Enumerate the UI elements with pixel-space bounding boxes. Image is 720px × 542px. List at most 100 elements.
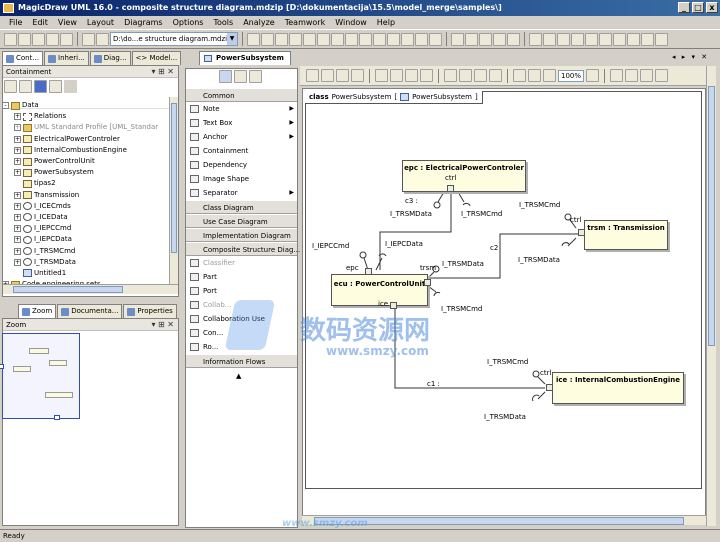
align-icon[interactable] <box>321 69 334 82</box>
expand-icon[interactable]: + <box>14 202 21 210</box>
palette-group[interactable]: Information Flows <box>186 354 297 368</box>
composite-diagram-icon[interactable] <box>429 32 442 46</box>
tab-diagrams[interactable]: Diag... <box>89 51 131 65</box>
line-color-icon[interactable] <box>459 69 472 82</box>
tree-item[interactable]: + I_IEPCData <box>2 234 172 245</box>
project-combo[interactable]: D:\do...e structure diagram.mdzip ▼ <box>110 32 238 46</box>
tab-documentation[interactable]: Documenta... <box>57 304 123 318</box>
grid-icon[interactable] <box>641 32 654 46</box>
teamwork-icon[interactable] <box>507 32 520 46</box>
port-ecu-trsm[interactable] <box>424 279 431 286</box>
display-icon[interactable] <box>610 69 623 82</box>
tree-item[interactable]: tipas2 <box>2 178 172 189</box>
bezier-icon[interactable] <box>420 69 433 82</box>
zoom-level-field[interactable]: 100% <box>558 69 584 82</box>
pointer-icon[interactable] <box>219 70 232 83</box>
rectilinear-icon[interactable] <box>390 69 403 82</box>
expand-icon[interactable]: + <box>14 213 21 221</box>
menu-file[interactable]: File <box>4 16 27 29</box>
tree-vscrollbar[interactable] <box>169 97 178 284</box>
tree-item[interactable]: + I_ICEData <box>2 212 172 223</box>
submenu-arrow-icon[interactable]: ▶ <box>289 102 294 116</box>
show-ports-icon[interactable] <box>640 69 653 82</box>
port-ecu-ice[interactable] <box>390 302 397 309</box>
generate-icon[interactable] <box>479 32 492 46</box>
delete-icon[interactable] <box>289 32 302 46</box>
palette-group[interactable]: Use Case Diagram <box>186 214 297 228</box>
package-diagram-icon[interactable] <box>415 32 428 46</box>
tree-item[interactable]: Untitled1 <box>2 268 172 279</box>
zoom-in-icon[interactable] <box>513 69 526 82</box>
open-icon[interactable] <box>18 32 31 46</box>
component-diagram-icon[interactable] <box>387 32 400 46</box>
submenu-arrow-icon[interactable]: ▶ <box>289 130 294 144</box>
port-ice-ctrl[interactable] <box>546 384 553 391</box>
expand-icon[interactable]: + <box>14 124 21 132</box>
tree-item[interactable]: + InternalCombustionEngine <box>2 145 172 156</box>
paste-icon[interactable] <box>275 32 288 46</box>
menu-help[interactable]: Help <box>372 16 400 29</box>
back-icon[interactable] <box>529 32 542 46</box>
reverse-icon[interactable] <box>493 32 506 46</box>
save-icon[interactable] <box>32 32 45 46</box>
layout-icon[interactable] <box>613 32 626 46</box>
editor-tab-controls[interactable]: ◂ ▸ ▾ ✕ <box>672 53 709 61</box>
chevron-down-icon[interactable]: ▼ <box>227 33 237 45</box>
menu-diagrams[interactable]: Diagrams <box>119 16 168 29</box>
tree-item[interactable]: + I_TRSMData <box>2 257 172 268</box>
close-button[interactable]: x <box>706 2 718 13</box>
palette-item[interactable]: Classifier <box>186 256 297 270</box>
browser-icon[interactable] <box>557 32 570 46</box>
palette-item[interactable]: Note ▶ <box>186 102 297 116</box>
tree-vscroll-thumb[interactable] <box>171 103 177 253</box>
expand-all-icon[interactable] <box>19 80 32 93</box>
pin-icon[interactable]: ▾ ⊞ ✕ <box>151 66 174 78</box>
tree-item[interactable]: + Relations <box>2 111 172 122</box>
tab-zoom[interactable]: Zoom <box>18 304 57 318</box>
tree-item[interactable]: + I_TRSMCmd <box>2 245 172 256</box>
tree-item[interactable]: + Transmission <box>2 190 172 201</box>
palette-item[interactable]: Separator ▶ <box>186 186 297 200</box>
distribute-icon[interactable] <box>336 69 349 82</box>
tree-hscrollbar[interactable] <box>3 284 178 294</box>
find-icon[interactable] <box>303 32 316 46</box>
palette-group[interactable]: Composite Structure Diag... <box>186 242 300 256</box>
zoom-out-icon[interactable] <box>528 69 541 82</box>
tab-containment[interactable]: Cont... <box>2 51 44 65</box>
expand-icon[interactable]: + <box>14 169 21 177</box>
palette-item[interactable]: Anchor ▶ <box>186 130 297 144</box>
canvas-vscrollbar[interactable] <box>706 66 716 526</box>
tree-item[interactable]: - Data <box>2 100 172 111</box>
lock-icon[interactable] <box>249 70 262 83</box>
cut-icon[interactable] <box>247 32 260 46</box>
chevron-down-icon[interactable] <box>586 69 599 82</box>
part-epc[interactable]: epc : ElectricalPowerControler <box>402 160 526 192</box>
menu-edit[interactable]: Edit <box>27 16 53 29</box>
menu-tools[interactable]: Tools <box>208 16 238 29</box>
palette-item[interactable]: Port <box>186 284 297 298</box>
part-trsm[interactable]: trsm : Transmission <box>584 220 668 250</box>
canvas-hscroll-thumb[interactable] <box>314 517 684 525</box>
palette-group[interactable]: Implementation Diagram <box>186 228 297 242</box>
tree-item[interactable]: + PowerSubsystem <box>2 167 172 178</box>
part-ice[interactable]: ice : InternalCombustionEngine <box>552 372 684 404</box>
expand-icon[interactable]: + <box>14 191 21 199</box>
expand-icon[interactable]: + <box>14 146 21 154</box>
bring-front-icon[interactable] <box>489 69 502 82</box>
palette-scroll-up-icon[interactable]: ▲ <box>236 372 241 380</box>
tab-powersubsystem[interactable]: PowerSubsystem <box>199 51 291 65</box>
browser-options-icon[interactable] <box>64 80 77 93</box>
zoom-resize-handle[interactable] <box>0 364 4 369</box>
new-project-icon[interactable] <box>4 32 17 46</box>
tree-item[interactable]: + ElectricalPowerControler <box>2 134 172 145</box>
help-icon[interactable] <box>655 32 668 46</box>
filter-icon[interactable] <box>34 80 47 93</box>
expand-icon[interactable]: + <box>14 135 21 143</box>
tab-model-extensions[interactable]: <> Model... <box>131 51 182 65</box>
collapse-all-icon[interactable] <box>4 80 17 93</box>
palette-group[interactable]: Class Diagram <box>186 200 297 214</box>
deployment-diagram-icon[interactable] <box>401 32 414 46</box>
palette-group[interactable]: Common <box>186 88 297 102</box>
state-diagram-icon[interactable] <box>373 32 386 46</box>
menu-teamwork[interactable]: Teamwork <box>280 16 331 29</box>
